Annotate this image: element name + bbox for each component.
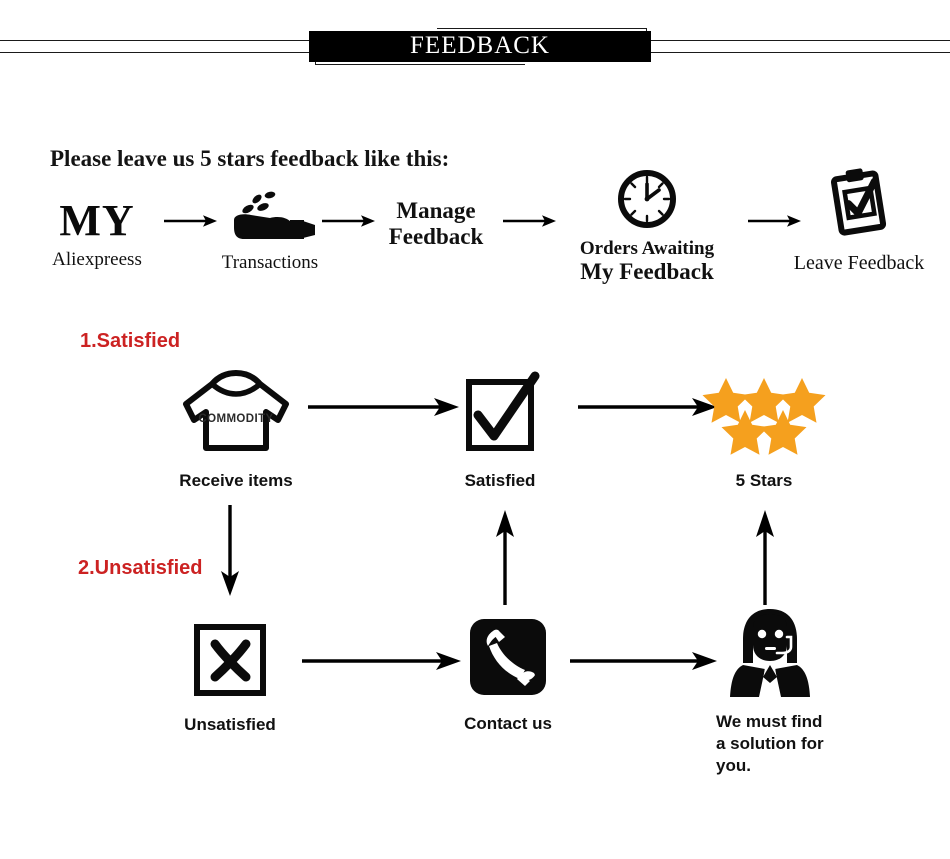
support-agent-icon xyxy=(730,609,810,697)
banner-title: FEEDBACK xyxy=(410,32,550,59)
tag-satisfied: 1.Satisfied xyxy=(80,330,181,352)
solution-line1: We must find xyxy=(716,712,823,731)
node-receive-items: COMMODITY Receive items xyxy=(168,370,304,492)
intro-text: Please leave us 5 stars feedback like th… xyxy=(50,146,450,171)
node-satisfied: Satisfied xyxy=(432,370,568,492)
checkbox-checked-icon xyxy=(466,371,540,451)
my-text-icon: MY xyxy=(59,196,135,245)
node-label-unsatisfied: Unsatisfied xyxy=(184,715,276,734)
commodity-text: COMMODITY xyxy=(198,413,273,425)
solution-line2: a solution for xyxy=(716,734,824,754)
clock-icon xyxy=(618,170,676,228)
node-my-aliexpreess: MY Aliexpreess xyxy=(32,195,162,271)
header-rule-right-top xyxy=(650,40,950,41)
hand-coins-icon xyxy=(234,191,315,239)
manage-feedback-line1: Manage xyxy=(396,198,476,223)
node-label-aliexpreess: Aliexpreess xyxy=(52,249,142,270)
solution-line3: you. xyxy=(716,756,751,776)
node-label-transactions: Transactions xyxy=(221,252,319,273)
node-label-leave-feedback: Leave Feedback xyxy=(793,252,925,274)
node-five-stars: 5 Stars xyxy=(696,370,832,492)
sweater-commodity-icon: COMMODITY xyxy=(183,370,289,451)
header-rule-left-bottom xyxy=(0,52,312,53)
header-rule-upper xyxy=(437,28,647,29)
arrow-manage-to-orders xyxy=(503,213,557,229)
arrow-unsatisfied-to-contact xyxy=(302,650,462,672)
five-stars-icon xyxy=(702,378,826,455)
node-unsatisfied: Unsatisfied xyxy=(162,620,298,736)
arrow-receive-to-unsatisfied xyxy=(219,505,241,597)
node-leave-feedback: Leave Feedback xyxy=(784,168,934,274)
telephone-icon xyxy=(470,619,546,695)
box-x-icon xyxy=(194,624,266,696)
node-label-five-stars: 5 Stars xyxy=(735,471,793,490)
page-header: FEEDBACK xyxy=(0,0,950,86)
node-contact-us: Contact us xyxy=(440,617,576,735)
node-label-receive-items: Receive items xyxy=(179,471,293,490)
manage-feedback-line2: Feedback xyxy=(388,223,484,249)
node-label-contact-us: Contact us xyxy=(464,714,552,733)
orders-awaiting-line2: My Feedback xyxy=(580,259,714,285)
clipboard-check-icon xyxy=(830,168,887,236)
header-rule-right-bottom xyxy=(650,52,950,53)
orders-awaiting-line1: Orders Awaiting xyxy=(579,238,715,259)
feedback-banner: FEEDBACK xyxy=(309,31,651,62)
node-orders-awaiting: Orders Awaiting My Feedback xyxy=(566,168,728,285)
node-transactions: Transactions xyxy=(205,190,335,273)
arrow-contact-to-solution xyxy=(570,650,718,672)
arrow-contact-to-satisfied xyxy=(494,505,516,605)
tag-unsatisfied: 2.Unsatisfied xyxy=(78,557,203,579)
node-label-satisfied: Satisfied xyxy=(464,471,536,490)
node-manage-feedback: Manage Feedback xyxy=(366,198,506,250)
header-rule-lower xyxy=(315,64,525,65)
header-rule-left-top xyxy=(0,40,312,41)
arrow-solution-to-stars xyxy=(754,505,776,605)
node-solution: We must find a solution for you. xyxy=(700,607,840,777)
